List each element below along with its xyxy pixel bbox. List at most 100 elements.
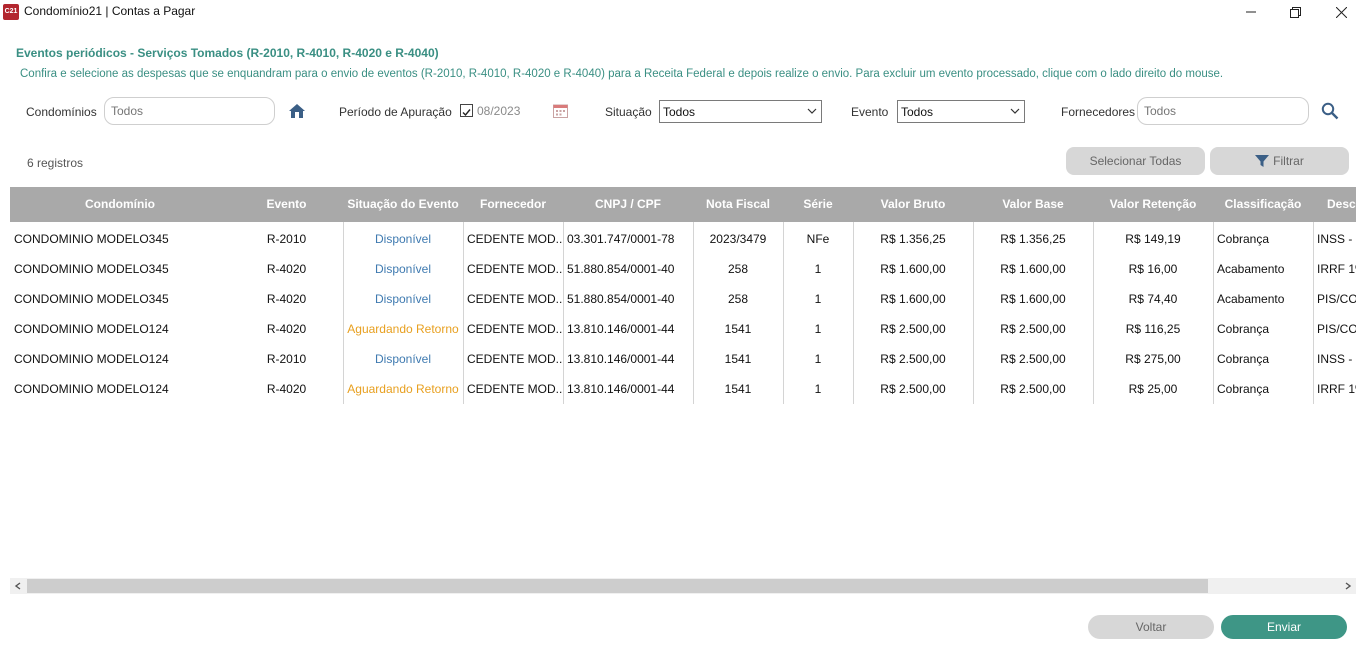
- filter-button[interactable]: Filtrar: [1210, 147, 1349, 175]
- col-evento[interactable]: Evento: [230, 187, 343, 222]
- search-icon: [1321, 102, 1339, 120]
- situacao-label: Situação: [605, 105, 652, 119]
- cell-classificacao: Cobrança: [1217, 382, 1270, 396]
- send-button[interactable]: Enviar: [1221, 615, 1347, 639]
- col-condominio[interactable]: Condomínio: [10, 187, 230, 222]
- condominios-label: Condomínios: [26, 105, 97, 119]
- cell-serie: 1: [814, 352, 822, 366]
- cell-valor-bruto: R$ 1.356,25: [880, 232, 946, 246]
- scroll-right-icon: [1345, 582, 1352, 590]
- cell-valor-bruto: R$ 1.600,00: [880, 262, 946, 276]
- col-fornecedor[interactable]: Fornecedor: [463, 187, 563, 222]
- cell-valor-retencao: R$ 275,00: [1125, 352, 1181, 366]
- periodo-checkbox[interactable]: [460, 104, 473, 117]
- cell-serie: NFe: [806, 232, 830, 246]
- cell-condominio: CONDOMINIO MODELO345: [14, 262, 169, 276]
- cell-classificacao: Cobrança: [1217, 232, 1270, 246]
- cell-situacao: Disponível: [374, 232, 432, 246]
- scroll-left-icon: [14, 582, 21, 590]
- evento-select[interactable]: Todos: [897, 100, 1025, 123]
- cell-classificacao: Acabamento: [1217, 262, 1285, 276]
- cell-nota-fiscal: 1541: [724, 382, 752, 396]
- cell-valor-bruto: R$ 2.500,00: [880, 352, 946, 366]
- situacao-select[interactable]: Todos: [659, 100, 822, 123]
- cell-situacao: Disponível: [374, 352, 432, 366]
- table-row[interactable]: CONDOMINIO MODELO124 R-4020 Aguardando Ret…: [10, 372, 1356, 402]
- col-descricao[interactable]: Descrição: [1313, 187, 1356, 222]
- scroll-right-button[interactable]: [1340, 578, 1356, 594]
- cell-valor-bruto: R$ 2.500,00: [880, 382, 946, 396]
- minimize-button[interactable]: [1228, 0, 1274, 24]
- cell-descricao: INSS - 11%: [1317, 352, 1356, 366]
- periodo-label: Período de Apuração: [339, 105, 452, 119]
- cell-nota-fiscal: 1541: [724, 352, 752, 366]
- col-valor-bruto[interactable]: Valor Bruto: [853, 187, 973, 222]
- select-all-label: Selecionar Todas: [1089, 154, 1182, 168]
- cell-valor-base: R$ 2.500,00: [1000, 322, 1066, 336]
- evento-label: Evento: [851, 105, 889, 119]
- fornecedores-label: Fornecedores: [1061, 105, 1136, 119]
- cell-nota-fiscal: 258: [727, 262, 749, 276]
- col-classificacao[interactable]: Classificação: [1213, 187, 1313, 222]
- cell-cnpj: 13.810.146/0001-44: [567, 352, 675, 366]
- close-button[interactable]: [1318, 0, 1363, 24]
- cell-condominio: CONDOMINIO MODELO124: [14, 382, 169, 396]
- col-serie[interactable]: Série: [783, 187, 853, 222]
- cell-fornecedor: CEDENTE MOD...: [467, 322, 563, 336]
- cell-valor-base: R$ 1.600,00: [1000, 262, 1066, 276]
- col-cnpj[interactable]: CNPJ / CPF: [563, 187, 693, 222]
- col-valor-retencao[interactable]: Valor Retenção: [1093, 187, 1213, 222]
- condominios-input[interactable]: [104, 97, 275, 125]
- cell-valor-retencao: R$ 74,40: [1128, 292, 1178, 306]
- cell-valor-base: R$ 1.600,00: [1000, 292, 1066, 306]
- table-row[interactable]: CONDOMINIO MODELO345 R-4020 Disponível CEDE…: [10, 252, 1356, 282]
- fornecedores-input[interactable]: [1137, 97, 1309, 125]
- funnel-icon: [1255, 155, 1270, 167]
- cell-evento: R-2010: [266, 352, 307, 366]
- page-title: Eventos periódicos - Serviços Tomados (R…: [16, 46, 439, 60]
- close-icon: [1335, 6, 1347, 18]
- cell-evento: R-4020: [266, 322, 307, 336]
- cell-valor-base: R$ 2.500,00: [1000, 352, 1066, 366]
- cell-valor-base: R$ 1.356,25: [1000, 232, 1066, 246]
- cell-situacao: Aguardando Retorno: [347, 382, 459, 396]
- cell-nota-fiscal: 258: [727, 292, 749, 306]
- cell-fornecedor: CEDENTE MOD...: [467, 352, 563, 366]
- scrollbar-thumb[interactable]: [27, 579, 1208, 593]
- periodo-value[interactable]: 08/2023: [477, 104, 520, 118]
- cell-condominio: CONDOMINIO MODELO124: [14, 352, 169, 366]
- table-row[interactable]: CONDOMINIO MODELO345 R-2010 Disponível CEDE…: [10, 222, 1356, 252]
- col-valor-base[interactable]: Valor Base: [973, 187, 1093, 222]
- cell-nota-fiscal: 2023/3479: [709, 232, 767, 246]
- cell-classificacao: Acabamento: [1217, 292, 1285, 306]
- cell-fornecedor: CEDENTE MOD...: [467, 262, 563, 276]
- col-situacao[interactable]: Situação do Evento: [343, 187, 463, 222]
- cell-condominio: CONDOMINIO MODELO124: [14, 322, 169, 336]
- cell-cnpj: 51.880.854/0001-40: [567, 262, 675, 276]
- cell-situacao: Disponível: [374, 262, 432, 276]
- back-button[interactable]: Voltar: [1088, 615, 1214, 639]
- evento-value: Todos: [901, 105, 934, 119]
- cell-evento: R-4020: [266, 292, 307, 306]
- cell-cnpj: 13.810.146/0001-44: [567, 322, 675, 336]
- search-button[interactable]: [1320, 101, 1340, 121]
- table-row[interactable]: CONDOMINIO MODELO124 R-4020 Aguardando Ret…: [10, 312, 1356, 342]
- cell-fornecedor: CEDENTE MOD...: [467, 382, 563, 396]
- cell-evento: R-2010: [266, 232, 307, 246]
- cell-serie: 1: [814, 292, 822, 306]
- title-bar: C21 Condomínio21 | Contas a Pagar: [0, 0, 1363, 24]
- select-all-button[interactable]: Selecionar Todas: [1066, 147, 1205, 175]
- horizontal-scrollbar[interactable]: [10, 578, 1356, 594]
- scroll-left-button[interactable]: [10, 578, 26, 594]
- condominios-lookup-button[interactable]: [287, 102, 307, 120]
- filter-label: Filtrar: [1273, 154, 1304, 168]
- restore-button[interactable]: [1272, 0, 1318, 24]
- col-nota[interactable]: Nota Fiscal: [693, 187, 783, 222]
- table-header: Condomínio Evento Situação do Evento For…: [10, 187, 1356, 222]
- table-row[interactable]: CONDOMINIO MODELO124 R-2010 Disponível CEDE…: [10, 342, 1356, 372]
- cell-nota-fiscal: 1541: [724, 322, 752, 336]
- cell-descricao: INSS - 11%: [1317, 232, 1356, 246]
- table-row[interactable]: CONDOMINIO MODELO345 R-4020 Disponível CEDE…: [10, 282, 1356, 312]
- back-label: Voltar: [1135, 620, 1167, 634]
- calendar-button[interactable]: [552, 102, 568, 118]
